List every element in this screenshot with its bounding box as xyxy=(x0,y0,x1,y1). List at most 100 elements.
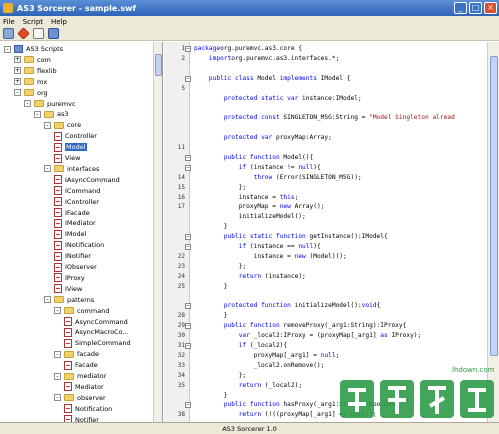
folder-icon xyxy=(54,165,64,173)
tree-node-label: IMediator xyxy=(65,219,96,228)
copy-icon[interactable] xyxy=(33,28,44,39)
tree-node[interactable]: - mediator xyxy=(54,371,106,381)
collapse-icon[interactable]: - xyxy=(44,165,51,173)
tree-node[interactable]: Controller xyxy=(54,131,97,141)
tree-node-label: AsyncMacroCo... xyxy=(75,328,129,337)
tree-node[interactable]: INotifier xyxy=(54,251,91,261)
open-icon[interactable] xyxy=(3,28,14,39)
tree-node[interactable]: IModel xyxy=(54,229,86,239)
tree-node[interactable]: ICommand xyxy=(54,186,100,196)
code-text: ; xyxy=(335,351,340,359)
tree-node-label: com xyxy=(37,55,51,64)
fold-toggle-icon[interactable]: − xyxy=(185,46,191,52)
tree-node-label: Notification xyxy=(75,404,113,413)
menu-file[interactable]: File xyxy=(3,18,15,26)
tree-node-label: mx xyxy=(37,77,48,86)
tree-node[interactable]: Mediator xyxy=(64,382,104,392)
menu-script[interactable]: Script xyxy=(23,18,43,26)
tree-node[interactable]: View xyxy=(54,153,80,163)
maximize-button[interactable]: □ xyxy=(469,2,482,14)
fold-toggle-icon[interactable]: − xyxy=(185,303,191,310)
tree-node-label: IModel xyxy=(65,230,87,239)
decompile-icon[interactable] xyxy=(17,27,30,40)
collapse-icon[interactable]: - xyxy=(54,350,61,358)
tree-node[interactable]: - AS3 Scripts xyxy=(4,44,63,54)
fold-toggle-icon[interactable]: − xyxy=(185,154,191,161)
tree-node[interactable]: IMediator xyxy=(54,218,96,228)
save-icon[interactable] xyxy=(48,28,59,39)
tree-node[interactable]: IAsyncCommand xyxy=(54,175,120,185)
tree-node[interactable]: SimpleCommand xyxy=(64,338,131,348)
tree-node[interactable]: Notification xyxy=(64,404,112,414)
expand-icon[interactable]: + xyxy=(14,67,21,75)
tree-node[interactable]: - patterns xyxy=(44,295,94,305)
fold-toggle-icon[interactable]: − xyxy=(185,75,191,82)
tree-node[interactable]: Model xyxy=(54,142,87,152)
tree-node[interactable]: - command xyxy=(54,306,109,316)
collapse-icon[interactable]: - xyxy=(24,100,31,107)
code-text: SINGLETON_MSG:String = xyxy=(279,114,370,122)
script-tree[interactable]: - AS3 Scripts + com + flexlib + mx - org - puremvc -… xyxy=(0,42,163,422)
code-text: org.puremvc.as3.core { xyxy=(220,45,303,52)
tree-node[interactable]: IObserver xyxy=(54,262,97,272)
collapse-icon[interactable]: - xyxy=(54,394,61,402)
code-text: } xyxy=(194,312,228,320)
tree-node[interactable]: - observer xyxy=(54,393,106,403)
tree-node[interactable]: + flexlib xyxy=(14,66,57,76)
tree-node[interactable]: + com xyxy=(14,55,51,65)
code-text: }; xyxy=(194,262,247,270)
tree-node[interactable]: - puremvc xyxy=(24,99,76,109)
tree-node[interactable]: IFacade xyxy=(54,208,90,218)
tree-node[interactable]: - core xyxy=(44,120,81,130)
tree-node[interactable]: AsyncCommand xyxy=(64,317,128,327)
fold-toggle-icon[interactable]: − xyxy=(185,402,191,409)
tree-node-label: IAsyncCommand xyxy=(65,175,120,184)
watermark-logo xyxy=(340,380,494,418)
code-line: instance = this; xyxy=(194,194,299,201)
tree-node[interactable]: IController xyxy=(54,197,99,207)
minimize-button[interactable]: _ xyxy=(454,2,467,14)
tree-node[interactable]: - interfaces xyxy=(44,164,99,174)
code-line: public class Model implements IModel { xyxy=(194,75,351,82)
collapse-icon[interactable]: - xyxy=(34,110,41,118)
fold-toggle-icon[interactable]: − xyxy=(185,164,191,171)
tree-scroll-thumb[interactable] xyxy=(155,54,162,76)
collapse-icon[interactable]: - xyxy=(14,89,21,97)
tree-node[interactable]: Notifier xyxy=(64,415,99,422)
expand-icon[interactable]: + xyxy=(14,78,21,86)
fold-toggle-icon[interactable]: − xyxy=(185,343,191,349)
code-scrollbar[interactable] xyxy=(487,42,499,422)
tree-node[interactable]: IView xyxy=(54,284,82,294)
tree-node[interactable]: - org xyxy=(14,88,48,98)
collapse-icon[interactable]: - xyxy=(4,45,11,53)
code-scroll-thumb[interactable] xyxy=(490,56,498,356)
collapse-icon[interactable]: - xyxy=(44,121,51,129)
code-line: public function removeProxy(_arg1:String… xyxy=(194,322,407,329)
tree-node-label: Facade xyxy=(75,361,98,370)
code-editor[interactable]: packageorg.puremvc.as3.core { importorg.… xyxy=(192,42,487,422)
tree-node[interactable]: - as3 xyxy=(34,109,69,119)
tree-node-label: Controller xyxy=(65,132,97,141)
collapse-icon[interactable]: - xyxy=(44,296,51,304)
tree-node[interactable]: + mx xyxy=(14,77,47,87)
menu-help[interactable]: Help xyxy=(51,18,67,26)
expand-icon[interactable]: + xyxy=(14,56,21,64)
collapse-icon[interactable]: - xyxy=(54,372,61,380)
tree-node[interactable]: INotification xyxy=(54,240,104,250)
fold-toggle-icon[interactable]: − xyxy=(185,244,191,250)
tree-node[interactable]: - facade xyxy=(54,349,99,359)
tree-node[interactable]: Facade xyxy=(64,360,98,370)
collapse-icon[interactable]: - xyxy=(54,307,61,315)
as-file-icon xyxy=(54,142,62,152)
folder-icon xyxy=(34,100,44,107)
fold-toggle-icon[interactable]: − xyxy=(185,234,191,241)
line-number: 22 xyxy=(177,252,185,260)
tree-scrollbar[interactable] xyxy=(153,42,162,422)
fold-toggle-icon[interactable]: − xyxy=(185,323,191,330)
as-file-icon xyxy=(54,208,62,217)
tree-node-label: facade xyxy=(77,350,99,359)
tree-node[interactable]: IProxy xyxy=(54,273,85,283)
close-button[interactable]: × xyxy=(484,2,497,14)
tree-node[interactable]: AsyncMacroCo... xyxy=(64,327,129,337)
